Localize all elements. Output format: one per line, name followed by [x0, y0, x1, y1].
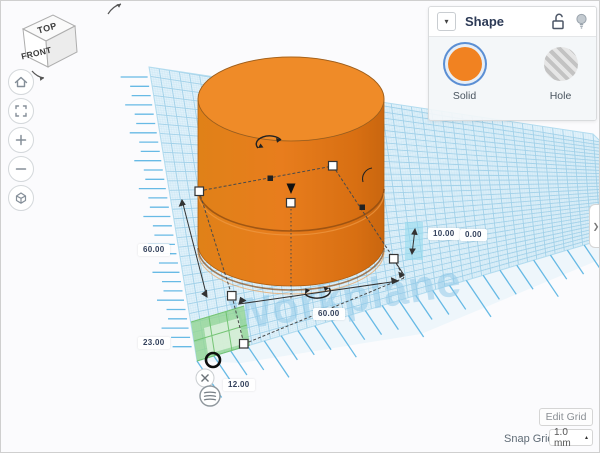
dimension-label-ruler-a[interactable]: 23.00: [138, 337, 170, 349]
view-cube[interactable]: TOP FRONT: [20, 4, 121, 81]
shape-options: Solid Hole: [429, 37, 596, 120]
collapse-panel-button[interactable]: ▾: [437, 12, 456, 31]
fit-view-icon: [13, 103, 29, 119]
chevron-down-icon: ▾: [444, 17, 448, 26]
chevron-right-icon: ❯: [593, 222, 600, 231]
solid-swatch-icon[interactable]: [448, 47, 482, 81]
hole-option-label: Hole: [550, 90, 572, 102]
fit-view-button[interactable]: [8, 98, 34, 124]
dimension-label-ruler-b[interactable]: 12.00: [223, 379, 255, 391]
dimension-label-bottom[interactable]: 60.00: [313, 308, 345, 320]
zoom-in-button[interactable]: [8, 127, 34, 153]
lock-toggle-button[interactable]: [551, 13, 566, 30]
view-toolbar: [8, 69, 34, 211]
dimension-label-right-b[interactable]: 0.00: [460, 229, 487, 241]
edit-grid-button[interactable]: Edit Grid: [539, 408, 593, 426]
lightbulb-icon: [575, 13, 588, 30]
shape-panel-header: ▾ Shape: [429, 7, 596, 37]
shape-panel-title: Shape: [465, 14, 542, 29]
dimension-label-right-a[interactable]: 10.00: [428, 228, 460, 240]
home-icon: [13, 74, 29, 90]
zoom-out-icon: [13, 161, 29, 177]
perspective-toggle-button[interactable]: [8, 185, 34, 211]
solid-option[interactable]: Solid: [436, 47, 494, 102]
zoom-in-icon: [13, 132, 29, 148]
unlock-icon: [551, 13, 566, 30]
solid-option-label: Solid: [453, 90, 476, 102]
shape-inspector-panel: ▾ Shape Solid: [428, 6, 597, 121]
highlight-toggle-button[interactable]: [575, 13, 588, 30]
hole-swatch-icon[interactable]: [544, 47, 578, 81]
hole-option[interactable]: Hole: [532, 47, 590, 102]
caret-icon: ▴: [585, 434, 588, 441]
snap-grid-dropdown[interactable]: 1.0 mm ▴: [549, 429, 593, 446]
snap-grid-value: 1.0 mm: [554, 427, 585, 449]
expand-panel-tab[interactable]: ❯: [589, 204, 600, 248]
ruler-close-button[interactable]: [196, 369, 214, 387]
snap-grid-label: Snap Grid: [504, 433, 554, 445]
zoom-out-button[interactable]: [8, 156, 34, 182]
home-view-button[interactable]: [8, 69, 34, 95]
ruler-mode-button[interactable]: [200, 386, 220, 406]
dimension-label-left[interactable]: 60.00: [138, 244, 170, 256]
perspective-cube-icon: [13, 190, 29, 206]
tinkercad-3d-editor: Workplane: [0, 0, 600, 453]
